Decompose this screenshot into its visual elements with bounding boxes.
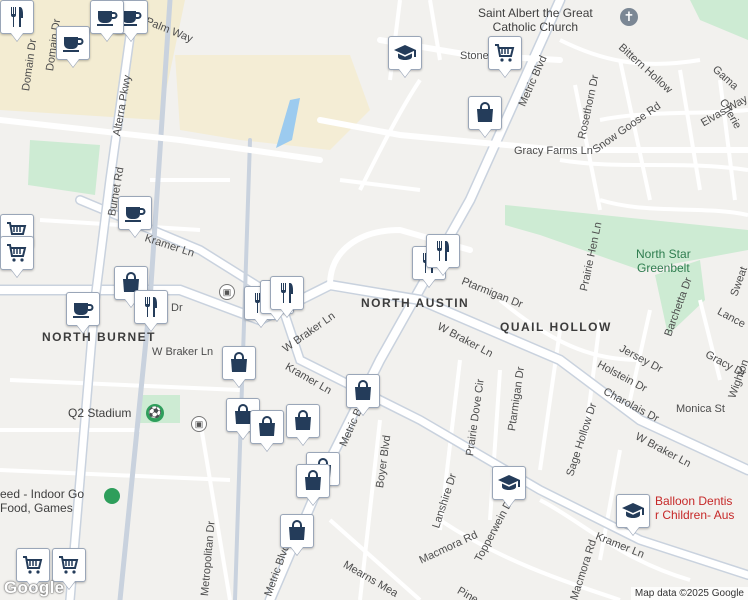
park-area	[28, 140, 100, 195]
street-label-dr: Dr	[171, 302, 183, 314]
restaurant-marker[interactable]	[0, 0, 34, 34]
balloon-name-line: Balloon Dentis	[655, 494, 733, 508]
fork-knife-icon	[139, 295, 163, 319]
shopping-bag-icon	[351, 379, 375, 403]
grocery-marker[interactable]	[52, 548, 86, 582]
coffee-icon	[61, 31, 85, 55]
fork-knife-icon	[275, 281, 299, 305]
shopping-marker[interactable]	[346, 374, 380, 408]
graduation-cap-icon	[621, 499, 645, 523]
street-label-monica-st: Monica St	[676, 403, 725, 415]
place-label-q2-stadium[interactable]: Q2 Stadium	[68, 406, 131, 420]
restaurant-marker[interactable]	[134, 290, 168, 324]
shopping-bag-icon	[255, 415, 279, 439]
shopping-bag-icon	[227, 351, 251, 375]
map-attribution: Map data ©2025 Google	[630, 587, 748, 600]
speed-name-line: eed - Indoor Go	[0, 487, 85, 501]
area-label-north-burnet: NORTH BURNET	[42, 330, 156, 344]
church-name-line: Saint Albert the Great	[478, 6, 593, 20]
grocery-marker[interactable]	[488, 36, 522, 70]
coffee-marker[interactable]	[90, 0, 124, 34]
street-label-gracy-farms-ln: Gracy Farms Ln	[514, 145, 593, 157]
attraction-icon[interactable]	[104, 488, 120, 504]
greenbelt-name-line: Greenbelt	[636, 261, 690, 275]
street-label-stone: Stone	[460, 50, 489, 62]
commercial-area	[175, 55, 370, 150]
restaurant-marker[interactable]	[426, 234, 460, 268]
shopping-bag-icon	[291, 409, 315, 433]
place-label-speed-indoor[interactable]: eed - Indoor Go Food, Games	[0, 487, 84, 515]
shopping-cart-icon	[5, 241, 29, 265]
street-label-w-braker-ln: W Braker Ln	[152, 346, 214, 358]
map-canvas[interactable]: Metric Blvd Metric Blvd Metric Blvd W Br…	[0, 0, 748, 600]
coffee-marker[interactable]	[66, 292, 100, 326]
greenbelt-area	[505, 205, 748, 270]
shopping-marker[interactable]	[280, 514, 314, 548]
greenbelt-name-line: North Star	[636, 247, 691, 261]
fork-knife-icon	[431, 239, 455, 263]
shopping-bag-icon	[473, 101, 497, 125]
coffee-icon	[71, 297, 95, 321]
graduation-cap-icon	[393, 41, 417, 65]
grocery-marker[interactable]	[16, 548, 50, 582]
park-area	[690, 0, 748, 40]
speed-name-line: Food, Games	[0, 501, 73, 515]
bus-stop-icon[interactable]: ▣	[219, 284, 235, 300]
grocery-marker[interactable]	[0, 236, 34, 270]
coffee-icon	[123, 201, 147, 225]
shopping-cart-icon	[493, 41, 517, 65]
school-marker[interactable]	[616, 494, 650, 528]
restaurant-marker[interactable]	[270, 276, 304, 310]
fork-knife-icon	[5, 5, 29, 29]
graduation-cap-icon	[497, 471, 521, 495]
church-name-line: Catholic Church	[492, 20, 579, 34]
shopping-bag-icon	[285, 519, 309, 543]
place-label-greenbelt[interactable]: North Star Greenbelt	[636, 247, 691, 275]
balloon-name-line: r Children- Aus	[655, 508, 735, 522]
place-label-church[interactable]: Saint Albert the Great Catholic Church	[478, 6, 593, 34]
coffee-marker[interactable]	[118, 196, 152, 230]
coffee-marker[interactable]	[56, 26, 90, 60]
school-marker[interactable]	[388, 36, 422, 70]
area-label-north-austin: NORTH AUSTIN	[361, 296, 470, 310]
shopping-marker[interactable]	[250, 410, 284, 444]
place-label-balloon-dentistry[interactable]: Balloon Dentis r Children- Aus	[655, 494, 734, 522]
church-icon[interactable]: ✝	[620, 8, 638, 26]
shopping-marker[interactable]	[222, 346, 256, 380]
shopping-cart-icon	[21, 553, 45, 577]
stadium-icon[interactable]: ⚽	[146, 404, 164, 422]
google-logo: Google	[4, 578, 65, 597]
school-marker[interactable]	[492, 466, 526, 500]
shopping-cart-icon	[57, 553, 81, 577]
coffee-icon	[95, 5, 119, 29]
shopping-bag-icon	[301, 469, 325, 493]
shopping-marker[interactable]	[286, 404, 320, 438]
bus-stop-icon[interactable]: ▣	[191, 416, 207, 432]
shopping-marker[interactable]	[296, 464, 330, 498]
shopping-marker[interactable]	[468, 96, 502, 130]
area-label-quail-hollow: QUAIL HOLLOW	[500, 320, 612, 334]
